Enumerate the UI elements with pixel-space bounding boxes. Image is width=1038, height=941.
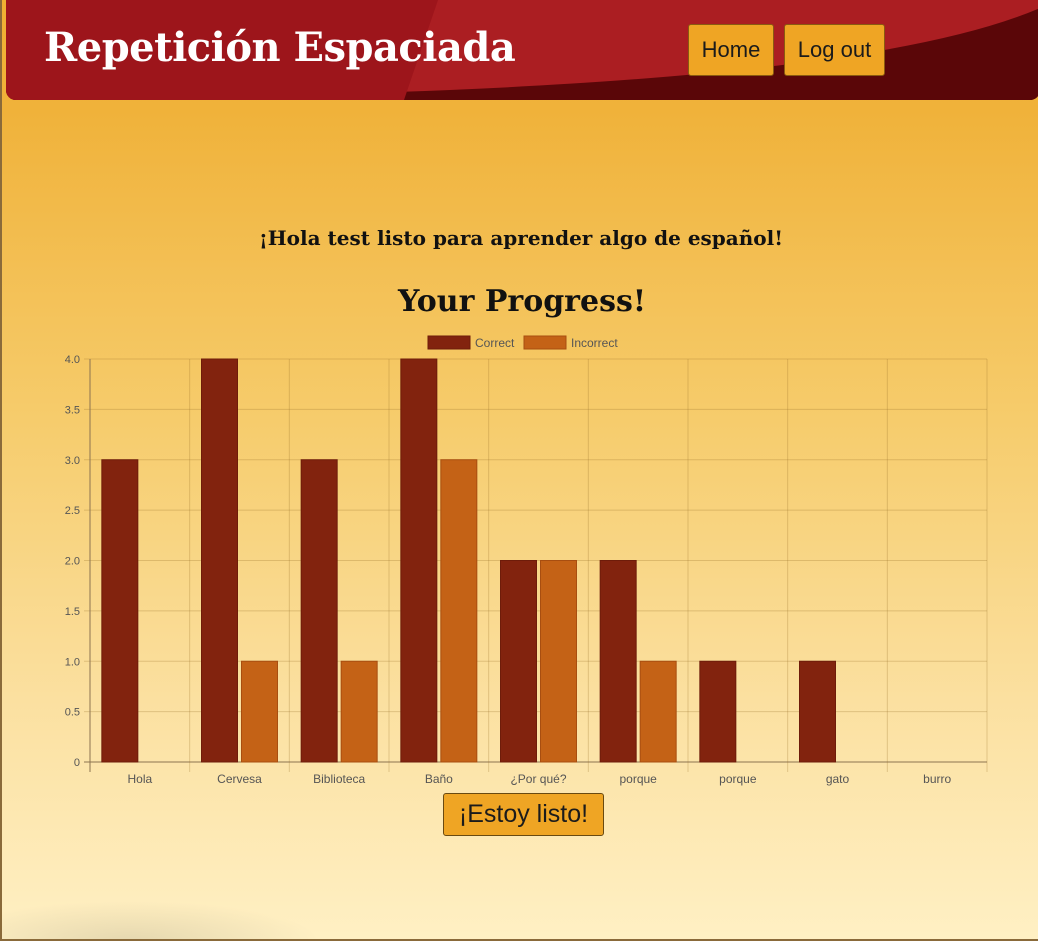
legend-swatch (523, 335, 567, 350)
correct-bar (101, 459, 139, 763)
app-title: Repetición Espaciada (44, 24, 516, 71)
correct-bar (500, 560, 537, 763)
y-tick-label: 0.5 (65, 707, 80, 719)
window-shadow (2, 900, 322, 939)
app-window: Repetición Espaciada Home Log out ¡Hola … (0, 0, 1038, 941)
correct-bar (699, 660, 737, 763)
legend-swatch (427, 335, 471, 350)
incorrect-bar (540, 560, 577, 763)
y-tick-label: 3.0 (65, 455, 80, 467)
correct-bar (599, 560, 637, 763)
correct-bar (400, 358, 438, 763)
y-tick-label: 0 (74, 757, 80, 769)
home-button[interactable]: Home (688, 24, 774, 76)
y-tick-label: 1.0 (65, 656, 80, 668)
x-tick-label: gato (826, 772, 850, 786)
x-tick-label: Baño (425, 772, 453, 786)
legend-label: Incorrect (571, 336, 618, 350)
y-tick-label: 2.5 (65, 505, 80, 517)
legend-label: Correct (475, 336, 515, 350)
incorrect-bar (440, 459, 478, 763)
correct-bar (201, 358, 238, 763)
progress-chart: 0 0.5 1.0 1.5 2.0 2.5 3.0 3.5 4.0 Hola Cervesa Bibl… (65, 335, 988, 786)
x-tick-label: porque (719, 772, 757, 786)
y-tick-label: 3.5 (65, 404, 80, 416)
correct-bar (300, 459, 338, 763)
x-tick-label: ¿Por qué? (510, 772, 566, 786)
y-tick-label: 4.0 (65, 354, 80, 366)
y-tick-label: 1.5 (65, 606, 80, 618)
progress-title: Your Progress! (397, 284, 647, 319)
x-tick-label: burro (923, 772, 951, 786)
x-tick-label: Cervesa (217, 772, 262, 786)
x-tick-label: porque (619, 772, 657, 786)
x-tick-label: Biblioteca (313, 772, 365, 786)
y-tick-label: 2.0 (65, 556, 80, 568)
correct-bar (799, 660, 836, 763)
greeting-text: ¡Hola test listo para aprender algo de e… (258, 226, 783, 250)
incorrect-bar (340, 660, 378, 763)
ready-button[interactable]: ¡Estoy listo! (443, 793, 604, 836)
site-header: Repetición Espaciada Home Log out (6, 0, 1038, 100)
incorrect-bar (241, 660, 278, 763)
incorrect-bar (639, 660, 677, 763)
logout-button[interactable]: Log out (784, 24, 885, 76)
x-tick-label: Hola (127, 772, 152, 786)
